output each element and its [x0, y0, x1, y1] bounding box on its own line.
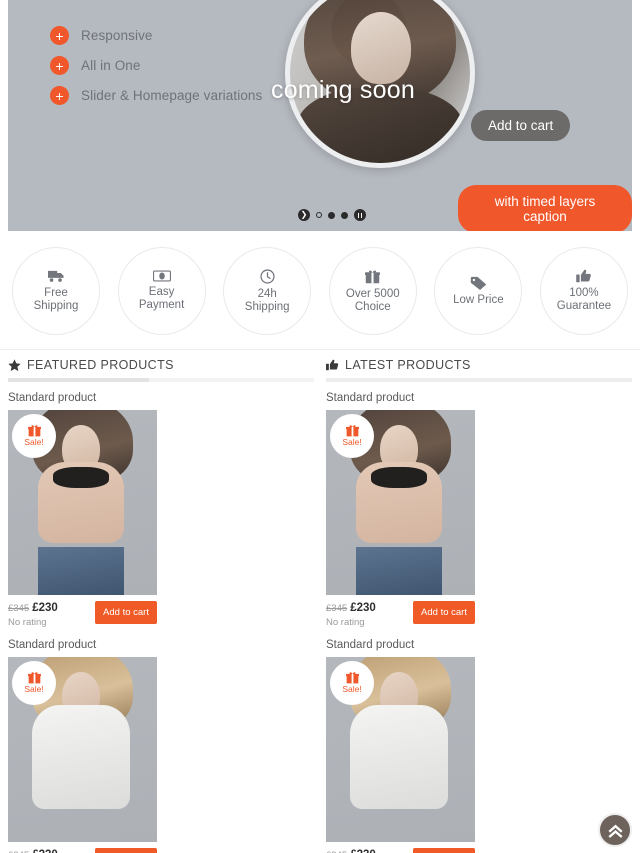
- plus-icon: +: [50, 56, 69, 75]
- product-price: £345 £230: [8, 601, 95, 616]
- thumbs-up-icon: [326, 359, 339, 371]
- thumbs-up-icon: [576, 269, 591, 283]
- hero-slider[interactable]: + Responsive + All in One + Slider & Hom…: [8, 0, 632, 231]
- feature-label-line2: Payment: [138, 299, 185, 311]
- storefront-page: + Responsive + All in One + Slider & Hom…: [0, 0, 640, 853]
- product-price: £345 £230: [326, 848, 413, 853]
- product-meta: £345 £230 No rating Add to cart: [8, 842, 157, 853]
- pause-icon[interactable]: [354, 209, 366, 221]
- plus-icon: +: [50, 26, 69, 45]
- section-divider: [326, 378, 632, 382]
- feature-bar: Free Shipping Easy Payment 24h Shipping: [0, 231, 640, 350]
- product-title[interactable]: Standard product: [326, 639, 475, 651]
- feature-easy-payment[interactable]: Easy Payment: [117, 247, 206, 335]
- feature-label-line1: 24h: [257, 287, 277, 300]
- feature-label-line1: Easy: [148, 286, 175, 298]
- slider-feature-item: + All in One: [50, 56, 262, 75]
- scroll-to-top-button[interactable]: [598, 813, 632, 847]
- product-card[interactable]: Standard product Sale!: [8, 392, 157, 629]
- slider-add-to-cart-button[interactable]: Add to cart: [471, 110, 571, 141]
- slider-navigation[interactable]: ❯: [298, 209, 366, 221]
- gift-icon: [365, 269, 381, 283]
- product-meta: £345 £230 No rating Add to cart: [326, 595, 475, 629]
- feature-label-line1: Over 5000: [345, 287, 400, 300]
- feature-100-guarantee[interactable]: 100% Guarantee: [539, 247, 628, 335]
- slider-dot-3[interactable]: [341, 211, 348, 219]
- product-card[interactable]: Standard product Sale!: [8, 639, 157, 853]
- feature-low-price[interactable]: Low Price: [434, 247, 523, 335]
- feature-label-line1: Low Price: [453, 293, 504, 306]
- section-title: FEATURED PRODUCTS: [27, 358, 174, 372]
- feature-label-line2: Shipping: [244, 300, 290, 313]
- product-title[interactable]: Standard product: [8, 639, 157, 651]
- product-image[interactable]: Sale!: [326, 657, 475, 842]
- chevron-right-icon[interactable]: ❯: [298, 209, 310, 221]
- feature-label-line1: Free: [44, 286, 68, 299]
- product-image[interactable]: Sale!: [326, 410, 475, 595]
- feature-free-shipping[interactable]: Free Shipping: [12, 247, 100, 335]
- product-columns: FEATURED PRODUCTS Standard product Sale!…: [0, 350, 640, 853]
- latest-products-grid: Standard product Sale! £345 £230 No rati…: [326, 392, 632, 853]
- add-to-cart-button[interactable]: Add to cart: [413, 848, 475, 853]
- product-title[interactable]: Standard product: [8, 392, 157, 404]
- slider-dot-2[interactable]: [328, 211, 335, 219]
- product-price: £345 £230: [8, 848, 95, 853]
- section-divider: [8, 378, 314, 382]
- product-card[interactable]: Standard product Sale!: [326, 639, 475, 853]
- tag-icon: [470, 276, 487, 290]
- add-to-cart-button[interactable]: Add to cart: [95, 601, 157, 624]
- clock-icon: [260, 268, 275, 284]
- column-latest-products: LATEST PRODUCTS Standard product Sale! £…: [326, 358, 632, 853]
- column-featured-products: FEATURED PRODUCTS Standard product Sale!…: [8, 358, 314, 853]
- product-rating: No rating: [326, 617, 365, 628]
- product-card[interactable]: Standard product Sale!: [326, 392, 475, 629]
- star-icon: [8, 358, 21, 371]
- plus-icon: +: [50, 86, 69, 105]
- slider-feature-label: Responsive: [81, 28, 153, 43]
- money-icon: [152, 270, 171, 282]
- slider-caption-button[interactable]: with timed layers caption: [458, 185, 632, 231]
- add-to-cart-button[interactable]: Add to cart: [413, 601, 475, 624]
- slider-feature-label: All in One: [81, 58, 141, 73]
- featured-products-grid: Standard product Sale! £345 £230 No rati…: [8, 392, 314, 853]
- slider-feature-label: Slider & Homepage variations: [81, 88, 263, 103]
- feature-label-line2: Choice: [354, 300, 391, 313]
- product-price: £345 £230: [326, 601, 413, 616]
- product-image[interactable]: Sale!: [8, 657, 157, 842]
- feature-label-line1: 100%: [569, 287, 599, 299]
- slider-feature-list: + Responsive + All in One + Slider & Hom…: [50, 26, 262, 105]
- product-meta: £345 £230 No rating Add to cart: [8, 595, 157, 629]
- chevron-up-double-icon: [608, 824, 622, 838]
- slider-feature-item: + Slider & Homepage variations: [50, 86, 262, 105]
- product-rating: No rating: [8, 617, 47, 628]
- product-title[interactable]: Standard product: [326, 392, 475, 404]
- add-to-cart-button[interactable]: Add to cart: [95, 848, 157, 853]
- feature-over-5000-choice[interactable]: Over 5000 Choice: [328, 247, 417, 335]
- latest-products-header: LATEST PRODUCTS: [326, 358, 632, 378]
- price-sale: £230: [32, 849, 58, 853]
- feature-label-line2: Guarantee: [556, 300, 612, 312]
- section-title: LATEST PRODUCTS: [345, 358, 471, 372]
- feature-24h-shipping[interactable]: 24h Shipping: [223, 247, 312, 335]
- feature-label-line2: Shipping: [33, 299, 79, 312]
- photo-face: [351, 11, 411, 84]
- slider-headline: coming soon: [271, 76, 415, 104]
- slider-dot-1[interactable]: [316, 212, 322, 218]
- price-sale: £230: [350, 602, 376, 614]
- price-original: £345: [8, 603, 30, 614]
- product-meta: £345 £230 No rating Add to cart: [326, 842, 475, 853]
- price-sale: £230: [32, 602, 58, 614]
- truck-icon: [47, 270, 64, 282]
- featured-products-header: FEATURED PRODUCTS: [8, 358, 314, 378]
- price-original: £345: [326, 603, 348, 614]
- slider-feature-item: + Responsive: [50, 26, 262, 45]
- product-image[interactable]: Sale!: [8, 410, 157, 595]
- price-sale: £230: [350, 849, 376, 853]
